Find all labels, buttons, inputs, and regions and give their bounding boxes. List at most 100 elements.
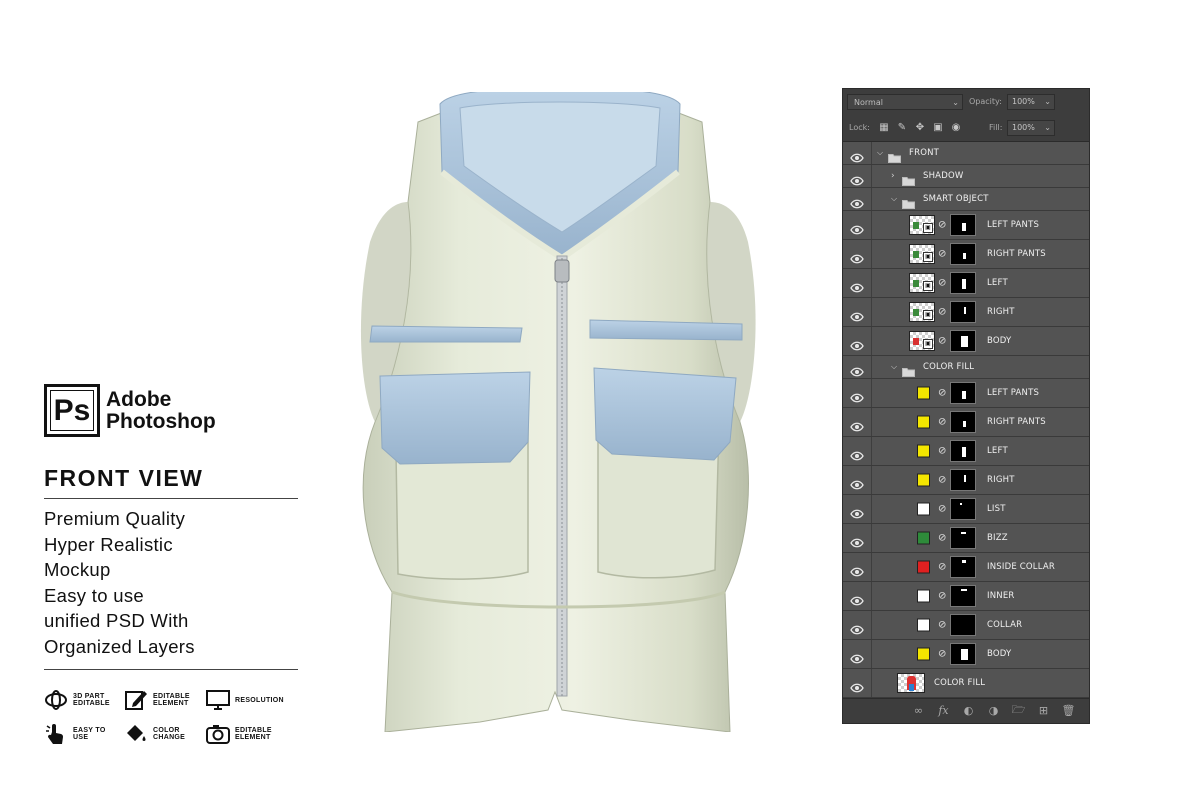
layer-row[interactable]: ⊘ RIGHT PANTS [843,408,1089,437]
new-layer-icon[interactable]: ⊞ [1037,704,1050,717]
layer-row[interactable]: ⌵ SMART OBJECT [843,188,1089,211]
add-mask-icon[interactable]: ◐ [962,704,975,717]
new-group-icon[interactable]: 🗁 [1012,703,1026,717]
layer-mask-thumbnail[interactable] [950,643,976,665]
layer-row[interactable]: ▣ ⊘ LEFT [843,269,1089,298]
layer-row[interactable]: ⊘ BIZZ [843,524,1089,553]
eye-icon[interactable] [850,620,864,635]
link-icon[interactable]: ∞ [912,704,925,717]
link-icon[interactable]: ⊘ [938,649,946,660]
link-icon[interactable]: ⊘ [938,504,946,515]
eye-icon[interactable] [850,249,864,264]
smart-object-thumbnail[interactable]: ▣ [909,244,935,264]
trash-icon[interactable]: 🗑 [1062,704,1076,717]
eye-icon[interactable] [850,278,864,293]
lock-image-icon[interactable]: ✎ [896,121,908,133]
layer-mask-thumbnail[interactable] [950,272,976,294]
layer-row[interactable]: ▣ ⊘ BODY [843,327,1089,356]
link-icon[interactable]: ⊘ [938,620,946,631]
opacity-field[interactable]: 100% ⌄ [1007,94,1055,110]
chevron-down-icon[interactable]: ⌵ [877,148,883,158]
layer-row[interactable]: ⊘ LIST [843,495,1089,524]
color-fill-swatch[interactable] [917,473,930,487]
fill-field[interactable]: 100% ⌄ [1007,120,1055,136]
layer-row[interactable]: ⊘ INSIDE COLLAR [843,553,1089,582]
layer-row[interactable]: ⊘ LEFT PANTS [843,379,1089,408]
color-fill-swatch[interactable] [917,647,930,661]
link-icon[interactable]: ⊘ [938,307,946,318]
layer-mask-thumbnail[interactable] [950,214,976,236]
chevron-right-icon[interactable]: › [891,171,895,181]
eye-icon[interactable] [850,475,864,490]
color-fill-swatch[interactable] [917,618,930,632]
link-icon[interactable]: ⊘ [938,336,946,347]
eye-icon[interactable] [850,562,864,577]
link-icon[interactable]: ⊘ [938,562,946,573]
lock-artboard-icon[interactable]: ▣ [932,121,944,133]
eye-icon[interactable] [850,336,864,351]
link-icon[interactable]: ⊘ [938,388,946,399]
layer-mask-thumbnail[interactable] [950,614,976,636]
layer-mask-thumbnail[interactable] [950,243,976,265]
eye-icon[interactable] [850,417,864,432]
link-icon[interactable]: ⊘ [938,446,946,457]
eye-icon[interactable] [850,504,864,519]
layer-mask-thumbnail[interactable] [950,556,976,578]
link-icon[interactable]: ⊘ [938,591,946,602]
layer-mask-thumbnail[interactable] [950,301,976,323]
lock-all-icon[interactable]: ◉ [950,121,962,133]
link-icon[interactable]: ⊘ [938,417,946,428]
layer-mask-thumbnail[interactable] [950,440,976,462]
fx-icon[interactable]: fx [937,704,950,717]
eye-icon[interactable] [850,591,864,606]
eye-icon[interactable] [850,446,864,461]
eye-icon[interactable] [850,362,864,377]
layer-row[interactable]: ⊘ BODY [843,640,1089,669]
smart-object-thumbnail[interactable]: ▣ [909,302,935,322]
blend-mode-dropdown[interactable]: Normal ⌄ [847,94,963,110]
eye-icon[interactable] [850,194,864,209]
eye-icon[interactable] [850,307,864,322]
layer-mask-thumbnail[interactable] [950,585,976,607]
color-fill-swatch[interactable] [917,415,930,429]
link-icon[interactable]: ⊘ [938,278,946,289]
layer-row[interactable]: ⊘ INNER [843,582,1089,611]
layer-row[interactable]: ⊘ RIGHT [843,466,1089,495]
eye-icon[interactable] [850,649,864,664]
adjustment-icon[interactable]: ◑ [987,704,1000,717]
link-icon[interactable]: ⊘ [938,533,946,544]
lock-position-icon[interactable]: ✥ [914,121,926,133]
link-icon[interactable]: ⊘ [938,220,946,231]
color-fill-swatch[interactable] [917,386,930,400]
link-icon[interactable]: ⊘ [938,249,946,260]
layer-mask-thumbnail[interactable] [950,382,976,404]
layer-mask-thumbnail[interactable] [950,498,976,520]
smart-object-thumbnail[interactable]: ▣ [909,215,935,235]
eye-icon[interactable] [850,148,864,163]
layer-row[interactable]: ▣ ⊘ RIGHT [843,298,1089,327]
link-icon[interactable]: ⊘ [938,475,946,486]
layer-row[interactable]: › SHADOW [843,165,1089,188]
layer-row[interactable]: ▣ ⊘ RIGHT PANTS [843,240,1089,269]
color-fill-swatch[interactable] [917,589,930,603]
layer-mask-thumbnail[interactable] [950,411,976,433]
layer-mask-thumbnail[interactable] [950,330,976,352]
layer-thumbnail[interactable] [897,673,925,693]
color-fill-swatch[interactable] [917,444,930,458]
smart-object-thumbnail[interactable]: ▣ [909,273,935,293]
color-fill-swatch[interactable] [917,560,930,574]
layer-row[interactable]: ⌵ COLOR FILL [843,356,1089,379]
layer-mask-thumbnail[interactable] [950,469,976,491]
smart-object-thumbnail[interactable]: ▣ [909,331,935,351]
layer-row[interactable]: ⊘ LEFT [843,437,1089,466]
eye-icon[interactable] [850,388,864,403]
layer-row[interactable]: ⌵ FRONT [843,142,1089,165]
layer-mask-thumbnail[interactable] [950,527,976,549]
eye-icon[interactable] [850,220,864,235]
color-fill-swatch[interactable] [917,531,930,545]
eye-icon[interactable] [850,533,864,548]
lock-transparent-icon[interactable]: ▦ [878,121,890,133]
eye-icon[interactable] [850,678,864,693]
chevron-down-icon[interactable]: ⌵ [891,194,897,204]
layer-row[interactable]: COLOR FILL [843,669,1089,698]
